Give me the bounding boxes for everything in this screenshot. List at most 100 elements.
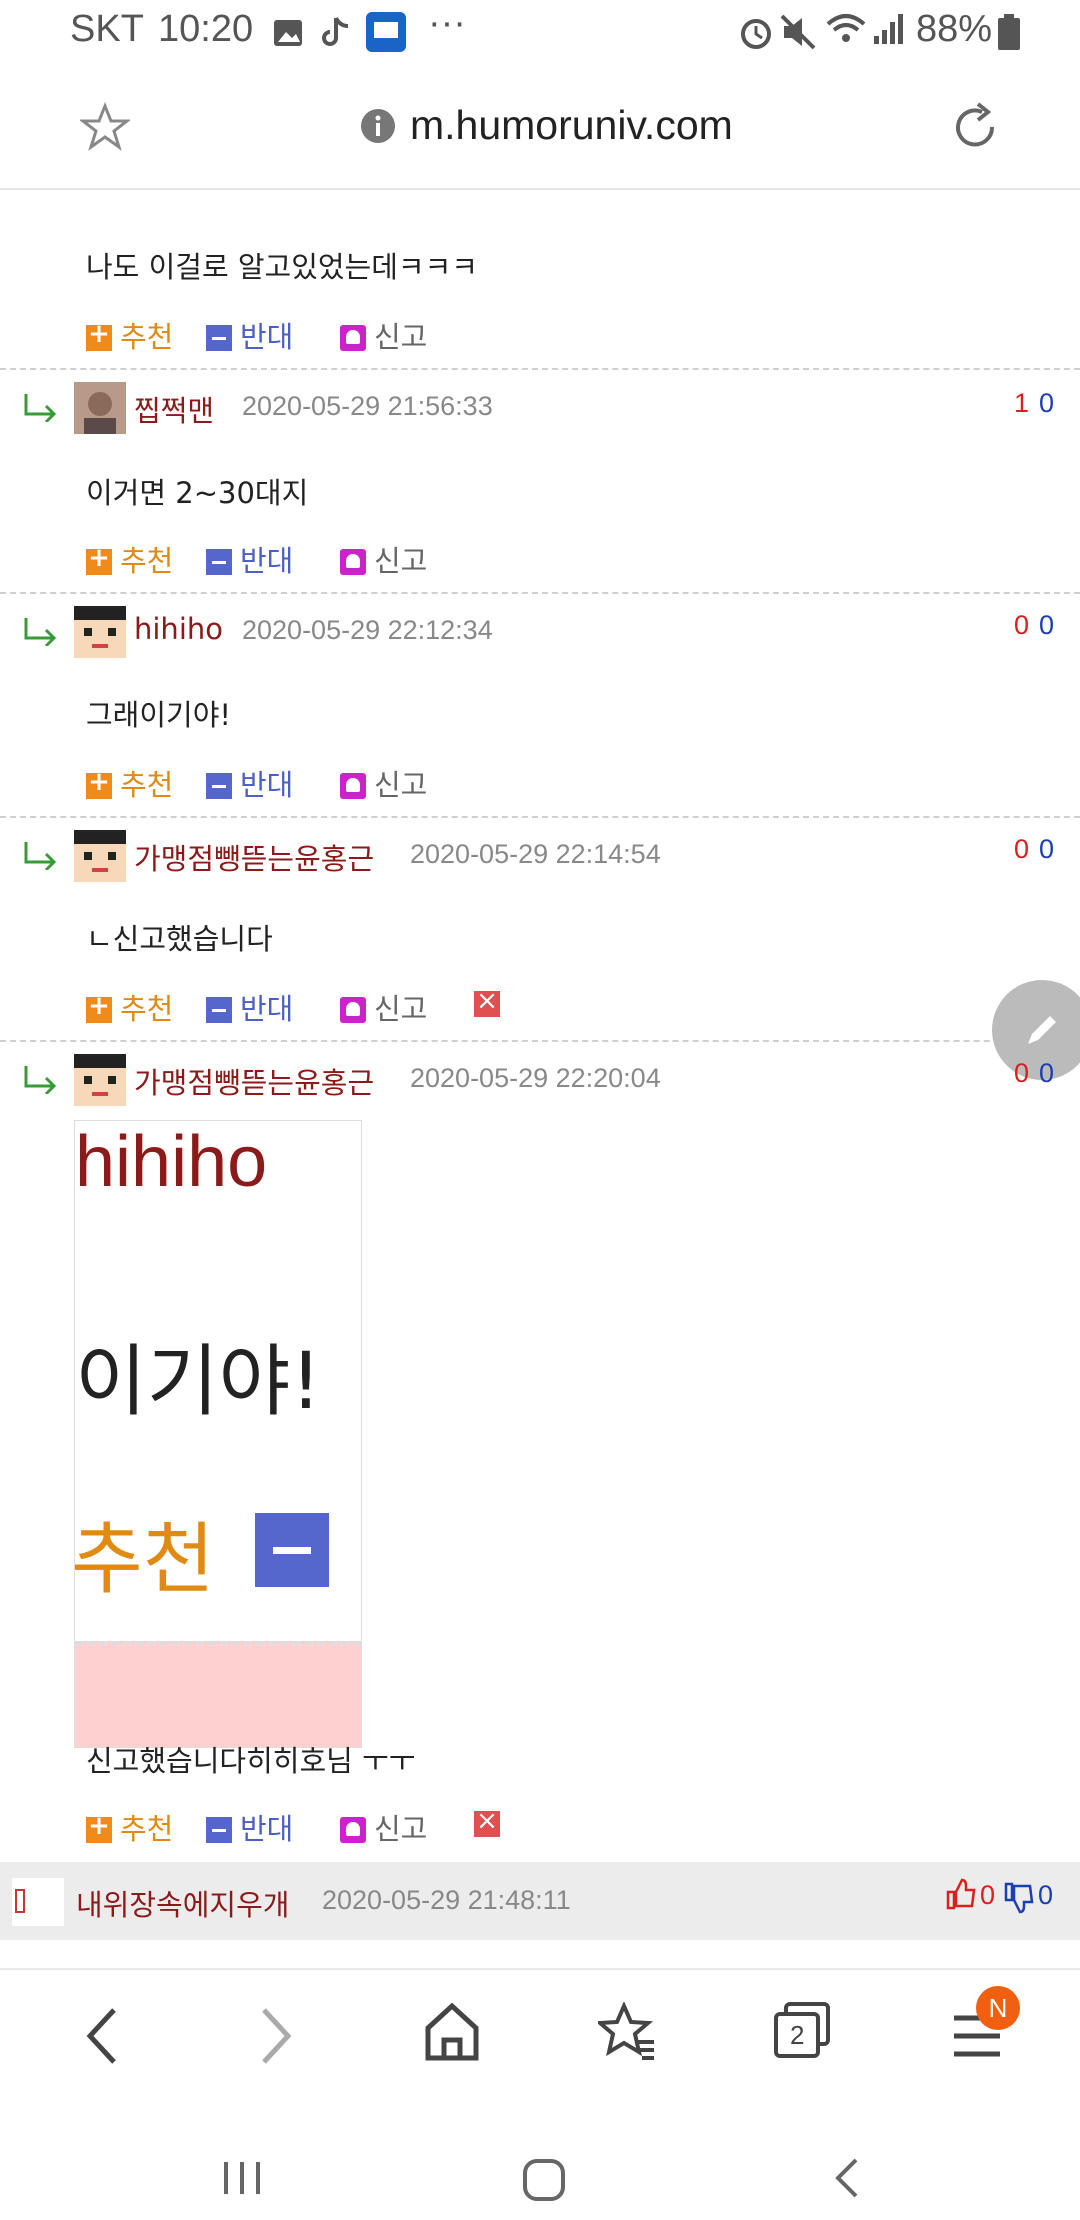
wifi-icon [824,12,868,52]
plus-icon [86,767,112,799]
report-button[interactable]: 신고 [340,986,427,1028]
comment-date: 2020-05-29 21:48:11 [322,1885,571,1915]
comment-date: 2020-05-29 22:12:34 [242,615,493,645]
comment-nickname[interactable]: 가맹점뺑뜯는윤홍근 [134,1060,374,1102]
report-button[interactable]: 신고 [340,314,427,356]
comment-actions: 추천 반대 신고 [86,762,586,802]
browser-url-bar: m.humoruniv.com [0,70,1080,190]
recent-apps-icon[interactable] [222,2158,262,2202]
oppose-button[interactable]: 반대 [206,314,293,356]
close-icon [474,986,500,1017]
thumbs-down-icon[interactable] [1004,1882,1034,1918]
status-bar: SKT 10:20 ··· 88% [0,0,1080,70]
alarm-icon [738,14,774,54]
comment-actions: 추천 반대 신고 [86,1806,586,1846]
comment-date: 2020-05-29 22:20:04 [410,1063,661,1093]
oppose-button[interactable]: 반대 [206,538,293,580]
home-icon[interactable] [424,2002,480,2066]
minus-icon [206,549,232,575]
siren-icon [340,549,366,575]
comment-nickname[interactable]: 가맹점뺑뜯는윤홍근 [134,836,374,878]
top-comment-header: 내위장속에지우개 2020-05-29 21:48:11 0 0 [0,1862,1080,1940]
vote-counts: 00 [1013,610,1054,640]
bookmarks-icon[interactable] [594,2001,658,2066]
tabs-button[interactable]: 2 [772,2000,832,2060]
comment-actions: 추천 반대 신고 [86,538,586,578]
info-icon[interactable] [360,108,396,148]
more-notifications: ··· [428,2,466,44]
minus-icon [206,1817,232,1843]
battery-icon [998,14,1020,54]
image-minus-icon [255,1513,329,1587]
recommend-button[interactable]: 추천 [86,538,173,580]
siren-icon [340,1817,366,1843]
siren-icon [340,773,366,799]
minus-icon [206,325,232,351]
gallery-icon [272,18,304,52]
report-button[interactable]: 신고 [340,538,427,580]
reply-arrow-icon [22,392,58,424]
recommend-button[interactable]: 추천 [86,1806,173,1848]
avatar [74,830,126,882]
delete-button[interactable] [474,1806,508,1840]
carrier-label: SKT [70,8,144,50]
avatar [74,1054,126,1106]
notification-badge: N [976,1986,1020,2030]
report-button[interactable]: 신고 [340,1806,427,1848]
like-count: 0 [980,1880,996,1910]
recommend-button[interactable]: 추천 [86,314,173,356]
oppose-button[interactable]: 반대 [206,986,293,1028]
clock: 10:20 [158,8,254,50]
tabs-count: 2 [790,2020,805,2050]
minus-icon [206,997,232,1023]
report-button[interactable]: 신고 [340,762,427,804]
comment-text: ㄴ신고했습니다 [86,922,273,956]
delete-button[interactable] [474,986,508,1020]
comment-item: 가맹점뺑뜯는윤홍근 2020-05-29 22:14:54 00 ㄴ신고했습니다… [0,818,1080,1042]
ebook-icon [366,12,406,56]
comment-nickname[interactable]: hihiho [134,612,223,646]
reply-arrow-icon [22,616,58,648]
url-text[interactable]: m.humoruniv.com [410,102,733,149]
comment-actions: 추천 반대 신고 [86,314,586,354]
oppose-button[interactable]: 반대 [206,762,293,804]
avatar [74,606,126,658]
home-button-icon[interactable] [522,2158,566,2206]
system-nav-bar [0,2108,1080,2220]
dislike-count: 0 [1038,1880,1054,1910]
comment-text: 이거면 2~30대지 [86,476,309,510]
recommend-button[interactable]: 추천 [86,986,173,1028]
oppose-button[interactable]: 반대 [206,1806,293,1848]
plus-icon [86,543,112,575]
reply-arrow-icon [22,840,58,872]
back-icon[interactable] [82,2006,122,2070]
refresh-icon[interactable] [948,100,1002,158]
plus-icon [86,319,112,351]
image-pink-strip [75,1641,361,1747]
browser-bottom-nav: 2 N [0,1968,1080,2110]
system-back-icon[interactable] [832,2156,862,2204]
comment-nickname[interactable]: 내위장속에지우개 [76,1882,289,1924]
comment-item: hihiho 2020-05-29 22:12:34 00 그래이기야! 추천 … [0,594,1080,818]
avatar [12,1878,64,1926]
siren-icon [340,997,366,1023]
comment-image[interactable]: hihiho 이기야! 추천 [74,1120,362,1748]
comment-item: 나도 이걸로 알고있었는데ㅋㅋㅋ 추천 반대 신고 [0,188,1080,370]
vote-counts: 00 [1013,1058,1054,1088]
reply-arrow-icon [22,1064,58,1096]
image-text-nick: hihiho [75,1122,268,1202]
battery-percent: 88% [916,8,993,50]
image-text-body: 이기야! [75,1337,322,1427]
vote-counts: 10 [1013,388,1054,418]
comment-nickname[interactable]: 찝쩍맨 [134,388,214,430]
thumbs-up-icon[interactable] [946,1878,976,1914]
signal-icon [874,14,904,50]
comment-actions: 추천 반대 신고 [86,986,586,1026]
close-icon [474,1806,500,1837]
recommend-button[interactable]: 추천 [86,762,173,804]
comment-item: 찝쩍맨 2020-05-29 21:56:33 10 이거면 2~30대지 추천… [0,370,1080,594]
vote-counts: 00 [1013,834,1054,864]
bookmark-star-icon[interactable] [78,101,132,156]
forward-icon[interactable] [256,2006,296,2070]
comment-date: 2020-05-29 21:56:33 [242,391,493,421]
